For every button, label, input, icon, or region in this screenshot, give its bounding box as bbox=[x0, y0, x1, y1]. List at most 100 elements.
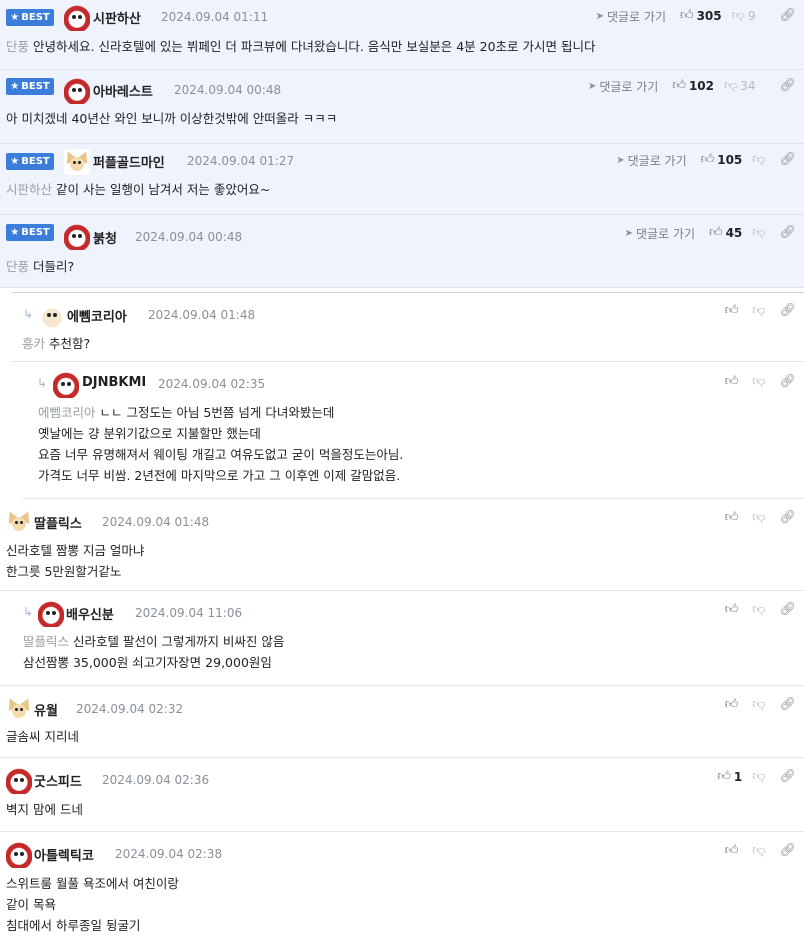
nickname[interactable]: 유월 bbox=[34, 700, 58, 719]
goto-comment-link[interactable]: ➤ 댓글로 가기 bbox=[596, 8, 666, 25]
nickname[interactable]: 배우신분 bbox=[66, 604, 114, 623]
comment-actions: 👍︎ 👎︎ 🔗︎ bbox=[725, 510, 796, 526]
comment-item: 아틀렉틱코 2024.09.04 02:38 👍︎ 👎︎ 🔗︎ 스위트룸 월풀 … bbox=[0, 832, 804, 942]
goto-comment-link[interactable]: ➤ 댓글로 가기 bbox=[625, 225, 695, 242]
goto-comment-link[interactable]: ➤ 댓글로 가기 bbox=[616, 152, 686, 169]
comment-body: 단풍 더들리? bbox=[6, 259, 75, 274]
reply-target[interactable]: 시판하산 bbox=[6, 182, 52, 197]
star-icon: ★ bbox=[10, 12, 20, 23]
reply-arrow-icon: ↳ bbox=[23, 605, 34, 619]
thumb-down-icon[interactable]: 👎︎ bbox=[752, 152, 765, 168]
reply-target[interactable]: 에뻼코리아 bbox=[38, 405, 96, 420]
avatar[interactable] bbox=[6, 768, 32, 794]
thumb-down-icon[interactable]: 👎︎ bbox=[752, 697, 765, 713]
reply-target[interactable]: 단풍 bbox=[6, 259, 29, 274]
nickname[interactable]: 딸플릭스 bbox=[34, 513, 82, 532]
thumb-up-icon[interactable]: 👍︎ bbox=[725, 303, 739, 319]
comment-body: 벽지 맘에 드네 bbox=[6, 802, 83, 817]
link-icon[interactable]: 🔗︎ bbox=[779, 697, 796, 713]
send-icon: ➤ bbox=[624, 227, 633, 239]
link-icon[interactable]: 🔗︎ bbox=[779, 225, 796, 241]
thumb-up-icon[interactable]: 👍︎ bbox=[709, 225, 723, 241]
comment-item: 굿스피드 2024.09.04 02:36 👍︎ 1 👎︎ 🔗︎ 벽지 맘에 드네 bbox=[0, 758, 804, 832]
comment-actions: ➤ 댓글로 가기 👍︎ 105 👎︎ 🔗︎ bbox=[616, 152, 796, 168]
thumb-up-icon[interactable]: 👍︎ bbox=[725, 697, 739, 713]
avatar[interactable] bbox=[38, 601, 64, 627]
star-icon: ★ bbox=[10, 81, 20, 92]
comment-item: ↳ 에뻼코리아 2024.09.04 01:48 👍︎ 👎︎ 🔗︎ 흥카 추천함? bbox=[11, 292, 804, 362]
thumb-up-icon[interactable]: 👍︎ bbox=[725, 374, 739, 390]
nickname[interactable]: 굿스피드 bbox=[34, 771, 82, 790]
comment-item: ★ BEST 아바레스트 2024.09.04 00:48 ➤ 댓글로 가기 👍︎ 1… bbox=[0, 70, 804, 144]
avatar[interactable] bbox=[64, 224, 90, 250]
comment-actions: 👍︎ 👎︎ 🔗︎ bbox=[725, 303, 796, 319]
thumb-down-icon[interactable]: 👎︎ bbox=[752, 510, 765, 526]
thumb-down-icon[interactable]: 👎︎ bbox=[752, 843, 765, 859]
thumb-down-icon[interactable]: 👎︎ bbox=[732, 8, 745, 24]
thumb-down-icon[interactable]: 👎︎ bbox=[752, 602, 765, 618]
thumb-up-icon[interactable]: 👍︎ bbox=[680, 8, 694, 24]
avatar[interactable] bbox=[62, 148, 92, 175]
comment-actions: 👍︎ 1 👎︎ 🔗︎ bbox=[717, 769, 796, 785]
comment-actions: 👍︎ 👎︎ 🔗︎ bbox=[725, 843, 796, 859]
avatar[interactable] bbox=[64, 5, 90, 31]
link-icon[interactable]: 🔗︎ bbox=[779, 769, 796, 785]
best-badge: ★ BEST bbox=[6, 224, 54, 241]
thumb-down-icon[interactable]: 👎︎ bbox=[724, 78, 737, 94]
thumb-down-icon[interactable]: 👎︎ bbox=[752, 769, 765, 785]
like-count: 102 bbox=[688, 79, 714, 93]
thumb-up-icon[interactable]: 👍︎ bbox=[701, 152, 715, 168]
avatar[interactable] bbox=[4, 695, 34, 722]
comment-actions: ➤ 댓글로 가기 👍︎ 305 👎︎ 9 🔗︎ bbox=[596, 8, 796, 24]
nickname[interactable]: 붉청 bbox=[93, 228, 117, 247]
nickname[interactable]: 에뻼코리아 bbox=[67, 306, 127, 325]
nickname[interactable]: 시판하산 bbox=[93, 8, 141, 27]
thumb-up-icon[interactable]: 👍︎ bbox=[725, 843, 739, 859]
link-icon[interactable]: 🔗︎ bbox=[779, 152, 796, 168]
avatar[interactable] bbox=[4, 508, 34, 535]
link-icon[interactable]: 🔗︎ bbox=[779, 843, 796, 859]
comment-date: 2024.09.04 00:48 bbox=[174, 83, 282, 97]
reply-target[interactable]: 딸플릭스 bbox=[23, 634, 69, 649]
comment-item: ★ BEST 퍼플골드마인 2024.09.04 01:27 ➤ 댓글로 가기 👍︎… bbox=[0, 144, 804, 215]
nickname[interactable]: 아틀렉틱코 bbox=[34, 845, 94, 864]
thumb-down-icon[interactable]: 👎︎ bbox=[752, 225, 765, 241]
best-badge: ★ BEST bbox=[6, 9, 54, 26]
star-icon: ★ bbox=[10, 156, 20, 167]
avatar[interactable] bbox=[6, 842, 32, 868]
avatar[interactable] bbox=[39, 303, 65, 329]
reply-target[interactable]: 단풍 bbox=[6, 39, 29, 54]
thumb-up-icon[interactable]: 👍︎ bbox=[672, 78, 686, 94]
avatar[interactable] bbox=[53, 372, 79, 398]
nickname[interactable]: 아바레스트 bbox=[93, 81, 153, 100]
link-icon[interactable]: 🔗︎ bbox=[779, 602, 796, 618]
thumb-up-icon[interactable]: 👍︎ bbox=[725, 510, 739, 526]
comment-item: ★ BEST 시판하산 2024.09.04 01:11 ➤ 댓글로 가기 👍︎ 30… bbox=[0, 0, 804, 70]
dislike-count: 34 bbox=[740, 79, 756, 93]
thumb-down-icon[interactable]: 👎︎ bbox=[752, 303, 765, 319]
nickname[interactable]: 퍼플골드마인 bbox=[93, 152, 165, 171]
comment-date: 2024.09.04 02:35 bbox=[158, 377, 266, 391]
send-icon: ➤ bbox=[595, 10, 604, 22]
link-icon[interactable]: 🔗︎ bbox=[779, 78, 796, 94]
link-icon[interactable]: 🔗︎ bbox=[779, 374, 796, 390]
thumb-up-icon[interactable]: 👍︎ bbox=[725, 602, 739, 618]
goto-comment-link[interactable]: ➤ 댓글로 가기 bbox=[588, 78, 658, 95]
link-icon[interactable]: 🔗︎ bbox=[779, 8, 796, 24]
link-icon[interactable]: 🔗︎ bbox=[779, 303, 796, 319]
comment-body: 에뻼코리아 ㄴㄴ 그정도는 아님 5번쯤 넘게 다녀와봤는데 옛날에는 걍 분위기… bbox=[38, 405, 404, 483]
thumb-down-icon[interactable]: 👎︎ bbox=[752, 374, 765, 390]
comment-actions: 👍︎ 👎︎ 🔗︎ bbox=[725, 602, 796, 618]
link-icon[interactable]: 🔗︎ bbox=[779, 510, 796, 526]
thumb-up-icon[interactable]: 👍︎ bbox=[717, 769, 731, 785]
reply-target[interactable]: 흥카 bbox=[22, 336, 45, 351]
reply-arrow-icon: ↳ bbox=[37, 376, 48, 390]
comment-date: 2024.09.04 00:48 bbox=[135, 230, 243, 244]
nickname[interactable]: DJNBKMI bbox=[82, 375, 146, 390]
comment-date: 2024.09.04 01:27 bbox=[187, 154, 295, 168]
avatar[interactable] bbox=[64, 78, 90, 104]
comment-date: 2024.09.04 02:38 bbox=[115, 847, 223, 861]
comment-body: 글솜씨 지리네 bbox=[6, 729, 79, 744]
comment-date: 2024.09.04 01:11 bbox=[161, 10, 269, 24]
comment-item: ★ BEST 붉청 2024.09.04 00:48 ➤ 댓글로 가기 👍︎ 45 👎… bbox=[0, 215, 804, 288]
